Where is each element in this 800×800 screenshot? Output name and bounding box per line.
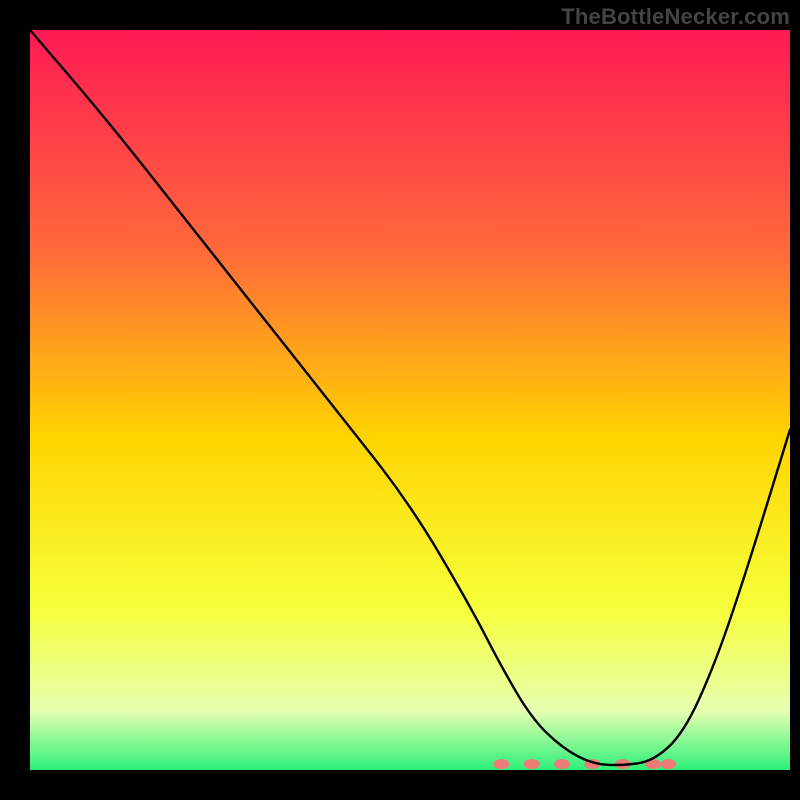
watermark-text: TheBottleNecker.com	[561, 4, 790, 30]
bottleneck-chart	[0, 0, 800, 800]
floor-marker	[493, 759, 509, 769]
floor-marker	[554, 759, 570, 769]
floor-marker	[660, 759, 676, 769]
floor-marker	[524, 759, 540, 769]
plot-background	[30, 30, 790, 770]
chart-stage: TheBottleNecker.com	[0, 0, 800, 800]
